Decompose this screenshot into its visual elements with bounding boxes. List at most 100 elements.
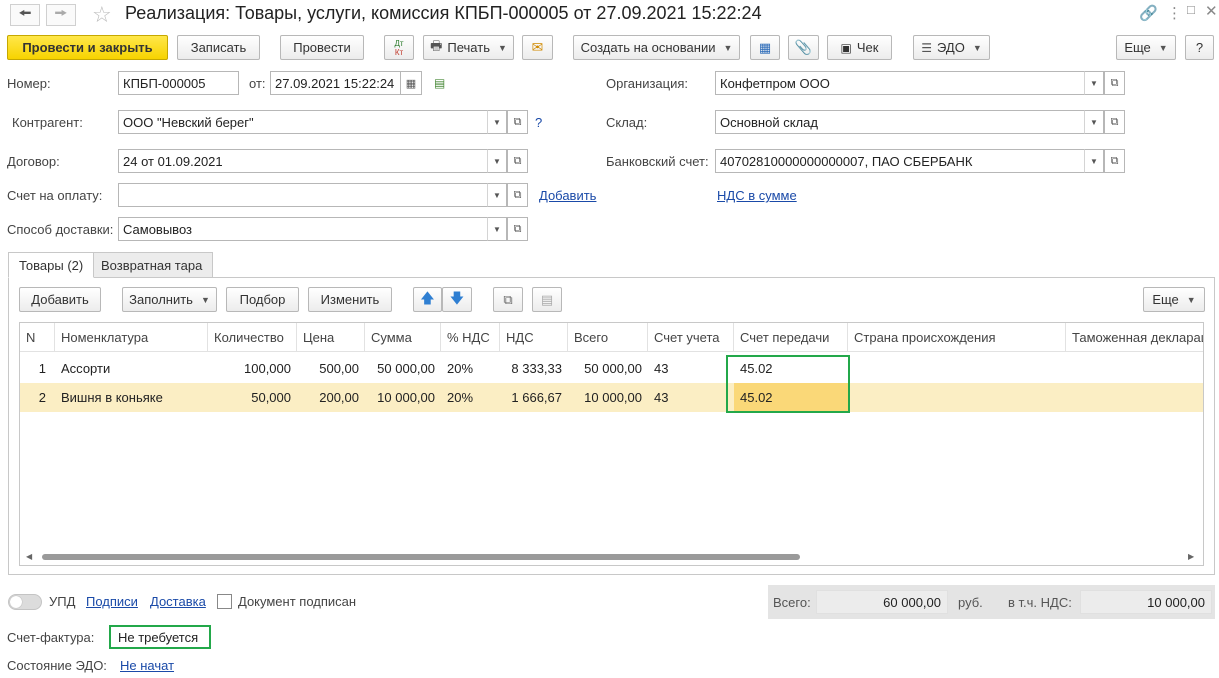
scrollbar-thumb[interactable]: [42, 554, 800, 560]
delivery-link[interactable]: Доставка: [150, 594, 206, 609]
counterparty-field[interactable]: ООО "Невский берег": [118, 110, 488, 134]
delivery-method-dropdown[interactable]: ▼: [487, 217, 507, 241]
tab-returnable-packaging[interactable]: Возвратная тара: [90, 252, 214, 278]
contract-field[interactable]: 24 от 01.09.2021: [118, 149, 488, 173]
invoice-dropdown[interactable]: ▼: [487, 183, 507, 207]
post-and-close-button[interactable]: Провести и закрыть: [7, 35, 168, 60]
save-button[interactable]: Записать: [177, 35, 260, 60]
calendar-button[interactable]: ▦: [400, 71, 422, 95]
table-more-button[interactable]: Еще ▼: [1143, 287, 1205, 312]
table-row[interactable]: 1 Ассорти 100,000 500,00 50 000,00 20% 8…: [20, 354, 1203, 383]
delivery-method-open-button[interactable]: ⧉: [507, 217, 528, 241]
add-row-button[interactable]: Добавить: [19, 287, 101, 312]
col-header-customs[interactable]: Таможенная декларация: [1066, 323, 1203, 352]
calendar-icon: ▦: [405, 77, 417, 90]
bank-account-label: Банковский счет:: [606, 154, 709, 169]
open-icon: ⧉: [1110, 115, 1119, 128]
move-up-button[interactable]: 🡅: [413, 287, 442, 312]
more-vertical-icon[interactable]: ⋮: [1167, 4, 1182, 22]
date-field[interactable]: 27.09.2021 15:22:24: [270, 71, 401, 95]
open-icon: ⧉: [513, 115, 522, 128]
forward-button[interactable]: 🠚: [46, 4, 76, 26]
contract-dropdown[interactable]: ▼: [487, 149, 507, 173]
counterparty-dropdown[interactable]: ▼: [487, 110, 507, 134]
link-icon[interactable]: 🔗: [1139, 4, 1158, 22]
table-row-selected[interactable]: 2 Вишня в коньяке 50,000 200,00 10 000,0…: [20, 383, 1203, 412]
attach-button[interactable]: 📎: [788, 35, 819, 60]
organization-open-button[interactable]: ⧉: [1104, 71, 1125, 95]
move-down-button[interactable]: 🡇: [442, 287, 472, 312]
cell-customs: [1066, 354, 1203, 383]
col-header-sum[interactable]: Сумма: [365, 323, 441, 352]
col-header-vat[interactable]: НДС: [500, 323, 568, 352]
scroll-left-icon[interactable]: ◀: [26, 552, 32, 561]
bank-account-open-button[interactable]: ⧉: [1104, 149, 1125, 173]
star-icon[interactable]: ☆: [92, 2, 112, 28]
edo-label: ЭДО: [937, 40, 965, 55]
organization-field[interactable]: Конфетпром ООО: [715, 71, 1085, 95]
organization-dropdown[interactable]: ▼: [1084, 71, 1104, 95]
cell-nomenclature: Вишня в коньяке: [61, 390, 163, 405]
col-header-country[interactable]: Страна происхождения: [848, 323, 1066, 352]
more-button[interactable]: Еще ▼: [1116, 35, 1176, 60]
signatures-link[interactable]: Подписи: [86, 594, 138, 609]
email-button[interactable]: ✉: [522, 35, 553, 60]
totals-panel: Всего: 60 000,00 руб. в т.ч. НДС: 10 000…: [768, 585, 1215, 619]
print-button[interactable]: 🖶 Печать ▼: [423, 35, 514, 60]
bank-account-dropdown[interactable]: ▼: [1084, 149, 1104, 173]
counterparty-label: Контрагент:: [12, 115, 83, 130]
back-button[interactable]: 🠘: [10, 4, 40, 26]
paste-button[interactable]: ▤: [532, 287, 562, 312]
cell-sum: 50 000,00: [377, 361, 435, 376]
col-header-nomenclature[interactable]: Номенклатура: [55, 323, 208, 352]
col-header-transfer-account[interactable]: Счет передачи: [734, 323, 848, 352]
dt-kt-button[interactable]: Дт Кт: [384, 35, 414, 60]
fill-button[interactable]: Заполнить ▼: [122, 287, 217, 312]
col-header-total[interactable]: Всего: [568, 323, 648, 352]
delivery-method-field[interactable]: Самовывоз: [118, 217, 488, 241]
vat-in-sum-link[interactable]: НДС в сумме: [717, 188, 797, 203]
help-button[interactable]: ?: [1185, 35, 1214, 60]
edo-status-link[interactable]: Не начат: [120, 658, 174, 673]
receipt-button[interactable]: ▣ Чек: [827, 35, 892, 60]
edit-button[interactable]: Изменить: [308, 287, 392, 312]
warehouse-dropdown[interactable]: ▼: [1084, 110, 1104, 134]
structure-button[interactable]: ▦: [750, 35, 780, 60]
cell-total: 10 000,00: [584, 390, 642, 405]
cell-country: [848, 354, 1066, 383]
post-button[interactable]: Провести: [280, 35, 364, 60]
print-label: Печать: [447, 40, 490, 55]
col-header-quantity[interactable]: Количество: [208, 323, 297, 352]
cell-quantity: 100,000: [244, 361, 291, 376]
bank-account-field[interactable]: 40702810000000000007, ПАО СБЕРБАНК: [715, 149, 1085, 173]
col-header-n[interactable]: N: [20, 323, 55, 352]
warehouse-field[interactable]: Основной склад: [715, 110, 1085, 134]
tab-goods[interactable]: Товары (2): [8, 252, 95, 278]
invoice-field[interactable]: [118, 183, 488, 207]
contract-open-button[interactable]: ⧉: [507, 149, 528, 173]
cell-quantity: 50,000: [251, 390, 291, 405]
col-header-price[interactable]: Цена: [297, 323, 365, 352]
create-based-on-button[interactable]: Создать на основании ▼: [573, 35, 740, 60]
scroll-right-icon[interactable]: ▶: [1188, 552, 1194, 561]
col-header-vat-rate[interactable]: % НДС: [441, 323, 500, 352]
invoice-open-button[interactable]: ⧉: [507, 183, 528, 207]
add-invoice-link[interactable]: Добавить: [539, 188, 596, 203]
chevron-down-icon: ▼: [723, 42, 733, 53]
maximize-icon[interactable]: □: [1187, 2, 1195, 17]
document-check-icon[interactable]: ▤: [434, 76, 445, 90]
counterparty-open-button[interactable]: ⧉: [507, 110, 528, 134]
copy-button[interactable]: ⧉: [493, 287, 523, 312]
col-header-account[interactable]: Счет учета: [648, 323, 734, 352]
chevron-down-icon: ▼: [1090, 156, 1098, 166]
number-field[interactable]: КПБП-000005: [118, 71, 239, 95]
close-icon[interactable]: ✕: [1205, 2, 1218, 20]
upd-toggle[interactable]: [8, 594, 42, 610]
selection-button[interactable]: Подбор: [226, 287, 299, 312]
counterparty-help-link[interactable]: ?: [535, 115, 542, 130]
warehouse-open-button[interactable]: ⧉: [1104, 110, 1125, 134]
horizontal-scrollbar[interactable]: ◀ ▶: [20, 549, 1203, 565]
invoice-status-value[interactable]: Не требуется: [118, 630, 198, 645]
document-signed-checkbox[interactable]: [217, 594, 232, 609]
edo-button[interactable]: ☰ ЭДО ▼: [913, 35, 990, 60]
